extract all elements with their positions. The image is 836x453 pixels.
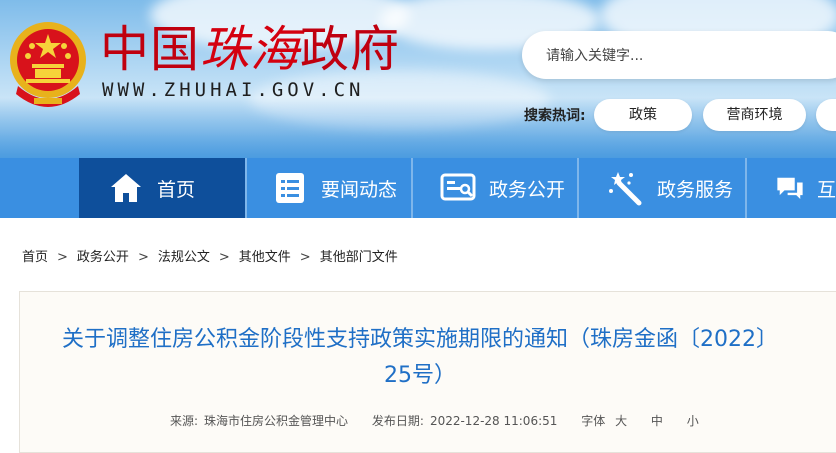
chevron-right-icon: >	[137, 250, 149, 265]
site-name-china: 中国	[100, 21, 201, 78]
nav-item-home[interactable]: 首页	[79, 158, 245, 218]
home-icon	[111, 174, 141, 202]
nav-label: 互	[816, 178, 836, 201]
font-size-label: 字体	[581, 414, 606, 428]
source-value: 珠海市住房公积金管理中心	[204, 414, 349, 428]
search-box	[522, 31, 836, 79]
source-label: 来源:	[170, 414, 199, 428]
hot-search-tag[interactable]: 政策	[594, 99, 692, 131]
hot-search-label: 搜索热词:	[524, 108, 586, 124]
site-domain: WWW.ZHUHAI.GOV.CN	[102, 79, 365, 101]
article-title-line: 关于调整住房公积金阶段性支持政策实施期限的通知（珠房金函〔2022〕	[62, 327, 778, 352]
breadcrumb-item-home[interactable]: 首页	[22, 250, 48, 265]
article-title-line: 25号）	[384, 363, 456, 388]
chevron-right-icon: >	[218, 250, 230, 265]
site-name[interactable]: 中国珠海政府	[100, 20, 400, 80]
chevron-right-icon: >	[299, 250, 311, 265]
font-size-medium-button[interactable]: 中	[651, 414, 663, 428]
chat-bubbles-icon	[777, 177, 803, 200]
chevron-right-icon: >	[57, 250, 68, 265]
nav-item-gov-affairs-public[interactable]: 政务公开	[413, 158, 577, 218]
site-header: 中国珠海政府 WWW.ZHUHAI.GOV.CN 搜索热词: 政策 营商环境	[0, 0, 836, 158]
national-emblem-icon	[10, 22, 86, 107]
nav-label: 要闻动态	[321, 178, 398, 201]
article-meta: 来源: 珠海市住房公积金管理中心 发布日期: 2022-12-28 11:06:51…	[170, 412, 705, 429]
breadcrumb-item-regulations[interactable]: 法规公文	[158, 250, 210, 265]
magic-wand-icon	[609, 172, 642, 206]
date-value: 2022-12-28 11:06:51	[429, 414, 558, 428]
breadcrumb: 首页 > 政务公开 > 法规公文 > 其他文件 > 其他部门文件	[22, 246, 398, 265]
font-size-large-button[interactable]: 大	[615, 414, 627, 428]
list-icon	[276, 173, 304, 203]
nav-label: 政务公开	[489, 178, 566, 201]
article-title: 关于调整住房公积金阶段性支持政策实施期限的通知（珠房金函〔2022〕 25号）	[20, 322, 820, 394]
main-nav: 首页 要闻动态 政务公开 政务服务 互	[0, 158, 836, 218]
nav-label: 政务服务	[657, 178, 734, 201]
breadcrumb-item-gov-affairs-public[interactable]: 政务公开	[77, 250, 129, 265]
site-name-zhuhai: 珠海	[200, 21, 301, 78]
hot-search-tag[interactable]: 营商环境	[703, 99, 806, 131]
nav-item-gov-services[interactable]: 政务服务	[579, 158, 745, 218]
date-label: 发布日期:	[371, 414, 424, 428]
nav-item-interaction[interactable]: 互	[747, 158, 836, 218]
font-size-small-button[interactable]: 小	[687, 414, 699, 428]
site-name-government: 政府	[300, 21, 401, 78]
search-input[interactable]	[544, 43, 836, 69]
article-panel: 关于调整住房公积金阶段性支持政策实施期限的通知（珠房金函〔2022〕 25号） …	[19, 291, 836, 453]
breadcrumb-item-other-files[interactable]: 其他文件	[239, 250, 291, 265]
nav-label: 首页	[157, 178, 196, 201]
document-icon	[440, 173, 476, 201]
nav-item-news[interactable]: 要闻动态	[247, 158, 411, 218]
breadcrumb-item-other-department-files[interactable]: 其他部门文件	[320, 250, 398, 265]
